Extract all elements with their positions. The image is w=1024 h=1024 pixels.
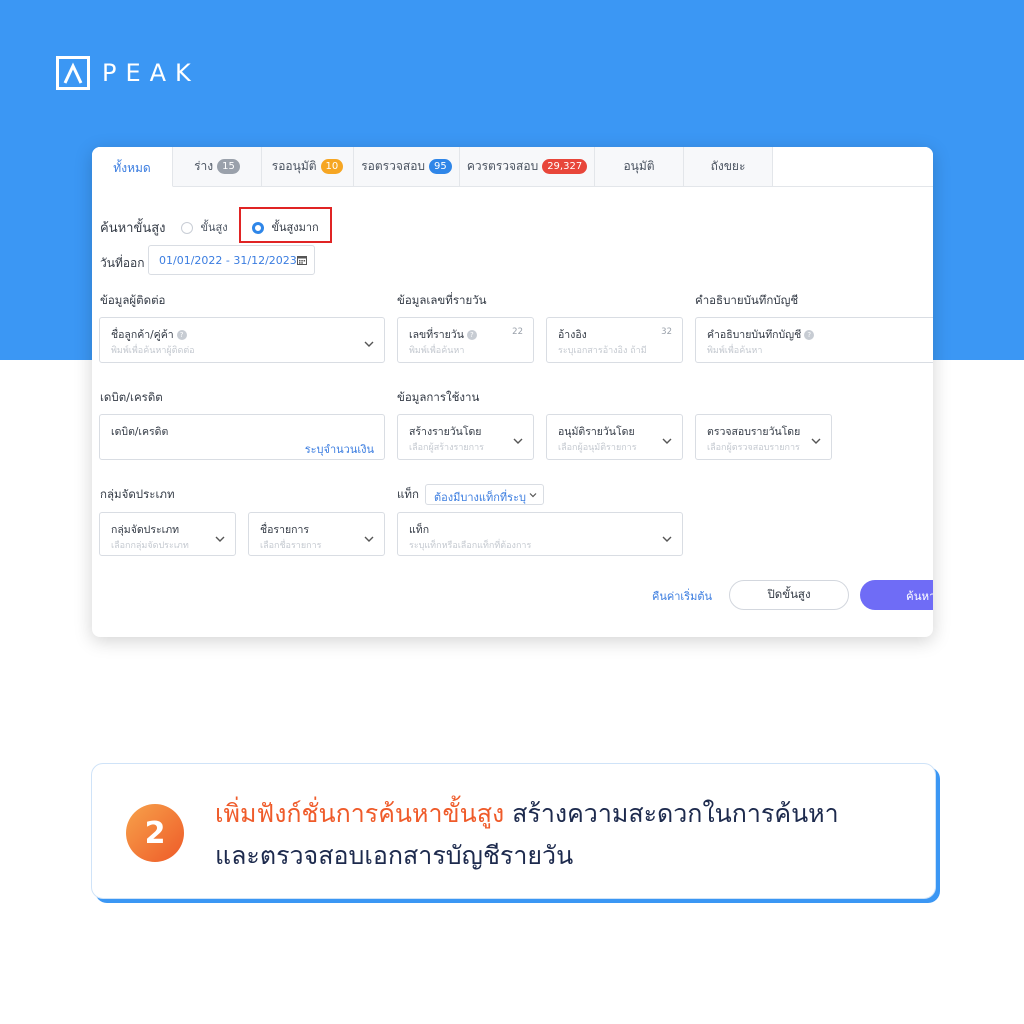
issue-date-range-input[interactable]: 01/01/2022 - 31/12/2023 bbox=[148, 245, 315, 275]
status-tabs: ทั้งหมด ร่าง 15 รออนุมัติ 10 รอตรวจสอบ 95 ค… bbox=[92, 147, 933, 187]
feature-caption: 2 เพิ่มฟังก์ชั่นการค้นหาขั้นสูง สร้างควา… bbox=[91, 763, 936, 899]
tab-trash[interactable]: ถังขยะ bbox=[684, 147, 773, 187]
count-badge: 15 bbox=[217, 159, 240, 174]
section-description: คำอธิบายบันทึกบัญชี bbox=[695, 293, 799, 307]
section-contact: ข้อมูลผู้ติดต่อ bbox=[100, 293, 166, 307]
chevron-down-icon bbox=[662, 536, 672, 542]
char-counter: 22 bbox=[512, 327, 523, 337]
tab-should-review[interactable]: ควรตรวจสอบ 29,327 bbox=[460, 147, 595, 187]
section-usage: ข้อมูลการใช้งาน bbox=[397, 390, 480, 404]
section-tag: แท็ก bbox=[397, 487, 419, 501]
count-badge: 10 bbox=[320, 159, 344, 174]
tab-awaiting-review[interactable]: รอตรวจสอบ 95 bbox=[354, 147, 460, 187]
reset-button[interactable]: คืนค่าเริ่มต้น bbox=[652, 587, 712, 605]
journal-search-panel: ทั้งหมด ร่าง 15 รออนุมัติ 10 รอตรวจสอบ 95 ค… bbox=[92, 147, 933, 637]
count-badge: 29,327 bbox=[542, 159, 588, 174]
tab-draft[interactable]: ร่าง 15 bbox=[173, 147, 262, 187]
reference-input[interactable]: อ้างอิง 32 ระบุเอกสารอ้างอิง ถ้ามี bbox=[546, 317, 683, 363]
logo-text: PEAK bbox=[102, 59, 200, 87]
help-icon: ? bbox=[176, 330, 187, 340]
tag-mode-select[interactable]: ต้องมีบางแท็กที่ระบุ bbox=[425, 484, 544, 505]
radio-circle-selected bbox=[252, 222, 264, 234]
chevron-down-icon bbox=[811, 438, 821, 444]
caption-rest: สร้างความสะดวกในการค้นหา bbox=[504, 799, 839, 828]
chevron-down-icon bbox=[364, 536, 374, 542]
close-advanced-button[interactable]: ปิดขั้นสูง bbox=[729, 580, 849, 610]
specify-amount-link[interactable]: ระบุจำนวนเงิน bbox=[305, 440, 374, 458]
caption-line-2: และตรวจสอบเอกสารบัญชีรายวัน bbox=[215, 841, 574, 870]
section-journal: ข้อมูลเลขที่รายวัน bbox=[397, 293, 487, 307]
section-debit-credit: เดบิต/เครดิต bbox=[100, 390, 163, 404]
approved-by-select[interactable]: อนุมัติรายวันโดย เลือกผู้อนุมัติรายการ bbox=[546, 414, 683, 460]
chevron-down-icon bbox=[529, 493, 537, 498]
calendar-icon bbox=[297, 256, 307, 265]
customer-select[interactable]: ชื่อลูกค้า/คู่ค้า? พิมพ์เพื่อค้นหาผู้ติด… bbox=[99, 317, 385, 363]
char-counter: 32 bbox=[661, 327, 672, 337]
help-icon: ? bbox=[804, 330, 815, 340]
help-icon: ? bbox=[466, 330, 477, 340]
caption-line-1: เพิ่มฟังก์ชั่นการค้นหาขั้นสูง สร้างความส… bbox=[215, 794, 839, 834]
search-button[interactable]: ค้นหา bbox=[860, 580, 933, 610]
tab-all[interactable]: ทั้งหมด bbox=[92, 147, 173, 187]
journal-number-input[interactable]: เลขที่รายวัน? 22 พิมพ์เพื่อค้นหา bbox=[397, 317, 534, 363]
tag-select[interactable]: แท็ก ระบุแท็กหรือเลือกแท็กที่ต้องการ bbox=[397, 512, 683, 556]
debit-credit-field[interactable]: เดบิต/เครดิต ระบุจำนวนเงิน bbox=[99, 414, 385, 460]
step-number: 2 bbox=[126, 804, 184, 862]
description-input[interactable]: คำอธิบายบันทึกบัญชี? พิมพ์เพื่อค้นหา bbox=[695, 317, 933, 363]
radio-circle bbox=[181, 222, 193, 234]
category-group-select[interactable]: กลุ่มจัดประเภท เลือกกลุ่มจัดประเภท bbox=[99, 512, 236, 556]
caption-highlight: เพิ่มฟังก์ชั่นการค้นหาขั้นสูง bbox=[215, 799, 505, 828]
count-badge: 95 bbox=[429, 159, 452, 174]
advanced-search-title: ค้นหาขั้นสูง bbox=[100, 221, 166, 236]
chevron-down-icon bbox=[215, 536, 225, 542]
peak-logo: PEAK bbox=[56, 56, 200, 90]
chevron-down-icon bbox=[513, 438, 523, 444]
checked-by-select[interactable]: ตรวจสอบรายวันโดย เลือกผู้ตรวจสอบรายการ bbox=[695, 414, 832, 460]
tab-awaiting-approval[interactable]: รออนุมัติ 10 bbox=[262, 147, 354, 187]
section-category: กลุ่มจัดประเภท bbox=[100, 487, 175, 501]
tabs-spacer bbox=[773, 147, 933, 187]
radio-very-advanced[interactable]: ขั้นสูงมาก bbox=[252, 218, 319, 236]
tab-approved[interactable]: อนุมัติ bbox=[595, 147, 684, 187]
peak-logo-icon bbox=[56, 56, 90, 90]
radio-advanced[interactable]: ขั้นสูง bbox=[181, 218, 228, 236]
chevron-down-icon bbox=[662, 438, 672, 444]
chevron-down-icon bbox=[364, 341, 374, 347]
created-by-select[interactable]: สร้างรายวันโดย เลือกผู้สร้างรายการ bbox=[397, 414, 534, 460]
issue-date-label: วันที่ออก bbox=[100, 256, 145, 270]
item-name-select[interactable]: ชื่อรายการ เลือกชื่อรายการ bbox=[248, 512, 385, 556]
